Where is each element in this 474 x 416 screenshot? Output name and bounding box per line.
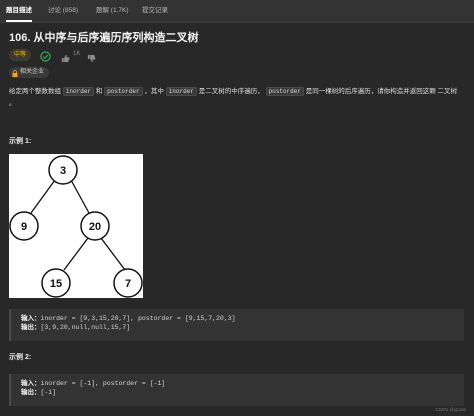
tree-edge bbox=[70, 179, 90, 214]
tree-node-label: 7 bbox=[125, 278, 131, 290]
example-1-block: 输入：inorder = [9,3,15,20,7], postorder = … bbox=[9, 309, 464, 341]
lock-icon bbox=[12, 69, 18, 77]
output-value: [3,9,20,null,null,15,7] bbox=[40, 324, 131, 331]
example-2-heading: 示例 2: bbox=[9, 354, 32, 361]
inline-code-postorder: postorder bbox=[104, 87, 143, 96]
example-2-block: 输入：inorder = [-1], postorder = [-1] 输出：[… bbox=[9, 374, 464, 406]
tab-description[interactable]: 题目描述 bbox=[6, 0, 32, 22]
example-1-heading: 示例 1: bbox=[9, 138, 32, 145]
watermark: CSDN @ypJob bbox=[435, 407, 466, 412]
binary-tree-diagram: 3 9 20 15 7 bbox=[9, 154, 143, 298]
tab-bar: 题目描述 讨论 (858) 题解 (1.7K) 提交记录 bbox=[0, 0, 474, 23]
example-1-output-line: 输出：[3,9,20,null,null,15,7] bbox=[21, 323, 454, 332]
tab-discussion[interactable]: 讨论 (858) bbox=[48, 0, 78, 22]
like-count: 1K bbox=[73, 51, 81, 57]
example-1-input-line: 输入：inorder = [9,3,15,20,7], postorder = … bbox=[21, 314, 454, 323]
input-value: inorder = [-1], postorder = [-1] bbox=[40, 380, 166, 387]
tree-node-label: 9 bbox=[21, 221, 27, 233]
problem-description: 给定两个整数数组 inorder 和 postorder ，其中 inorder… bbox=[9, 86, 464, 110]
tree-node-label: 20 bbox=[89, 221, 101, 233]
problem-title: 106. 从中序与后序遍历序列构造二叉树 bbox=[9, 32, 199, 44]
desc-text: 是二叉树的中序遍历， bbox=[196, 88, 266, 95]
desc-text: 和 bbox=[94, 88, 105, 95]
example-2-output-line: 输出：[-1] bbox=[21, 388, 454, 397]
example-2-input-line: 输入：inorder = [-1], postorder = [-1] bbox=[21, 379, 454, 388]
tree-edge bbox=[100, 237, 126, 271]
tree-node-label: 15 bbox=[50, 278, 62, 290]
output-value: [-1] bbox=[40, 389, 57, 396]
tree-edge bbox=[30, 179, 56, 214]
thumbs-up-icon[interactable] bbox=[61, 50, 70, 68]
related-companies-label: 相关企业 bbox=[20, 69, 45, 75]
related-companies-tag[interactable]: 相关企业 bbox=[9, 67, 50, 78]
inline-code-inorder: inorder bbox=[165, 87, 197, 96]
check-circle-icon bbox=[40, 49, 51, 67]
difficulty-badge: 中等 bbox=[9, 49, 32, 61]
tab-solutions[interactable]: 题解 (1.7K) bbox=[96, 0, 129, 22]
inline-code-inorder: inorder bbox=[62, 87, 95, 96]
output-label: 输出： bbox=[21, 324, 41, 331]
input-value: inorder = [9,3,15,20,7], postorder = [9,… bbox=[40, 315, 236, 322]
tree-node-label: 3 bbox=[60, 165, 66, 177]
thumbs-down-icon[interactable] bbox=[87, 50, 96, 68]
desc-text: 给定两个整数数组 bbox=[9, 88, 63, 95]
input-label: 输入： bbox=[21, 380, 41, 387]
tab-submissions[interactable]: 提交记录 bbox=[142, 0, 168, 22]
tree-edge bbox=[63, 237, 89, 271]
inline-code-postorder: postorder bbox=[265, 87, 304, 96]
desc-text: ，其中 bbox=[142, 88, 166, 95]
input-label: 输入： bbox=[21, 315, 41, 322]
active-tab-indicator bbox=[6, 20, 32, 22]
output-label: 输出： bbox=[21, 389, 41, 396]
